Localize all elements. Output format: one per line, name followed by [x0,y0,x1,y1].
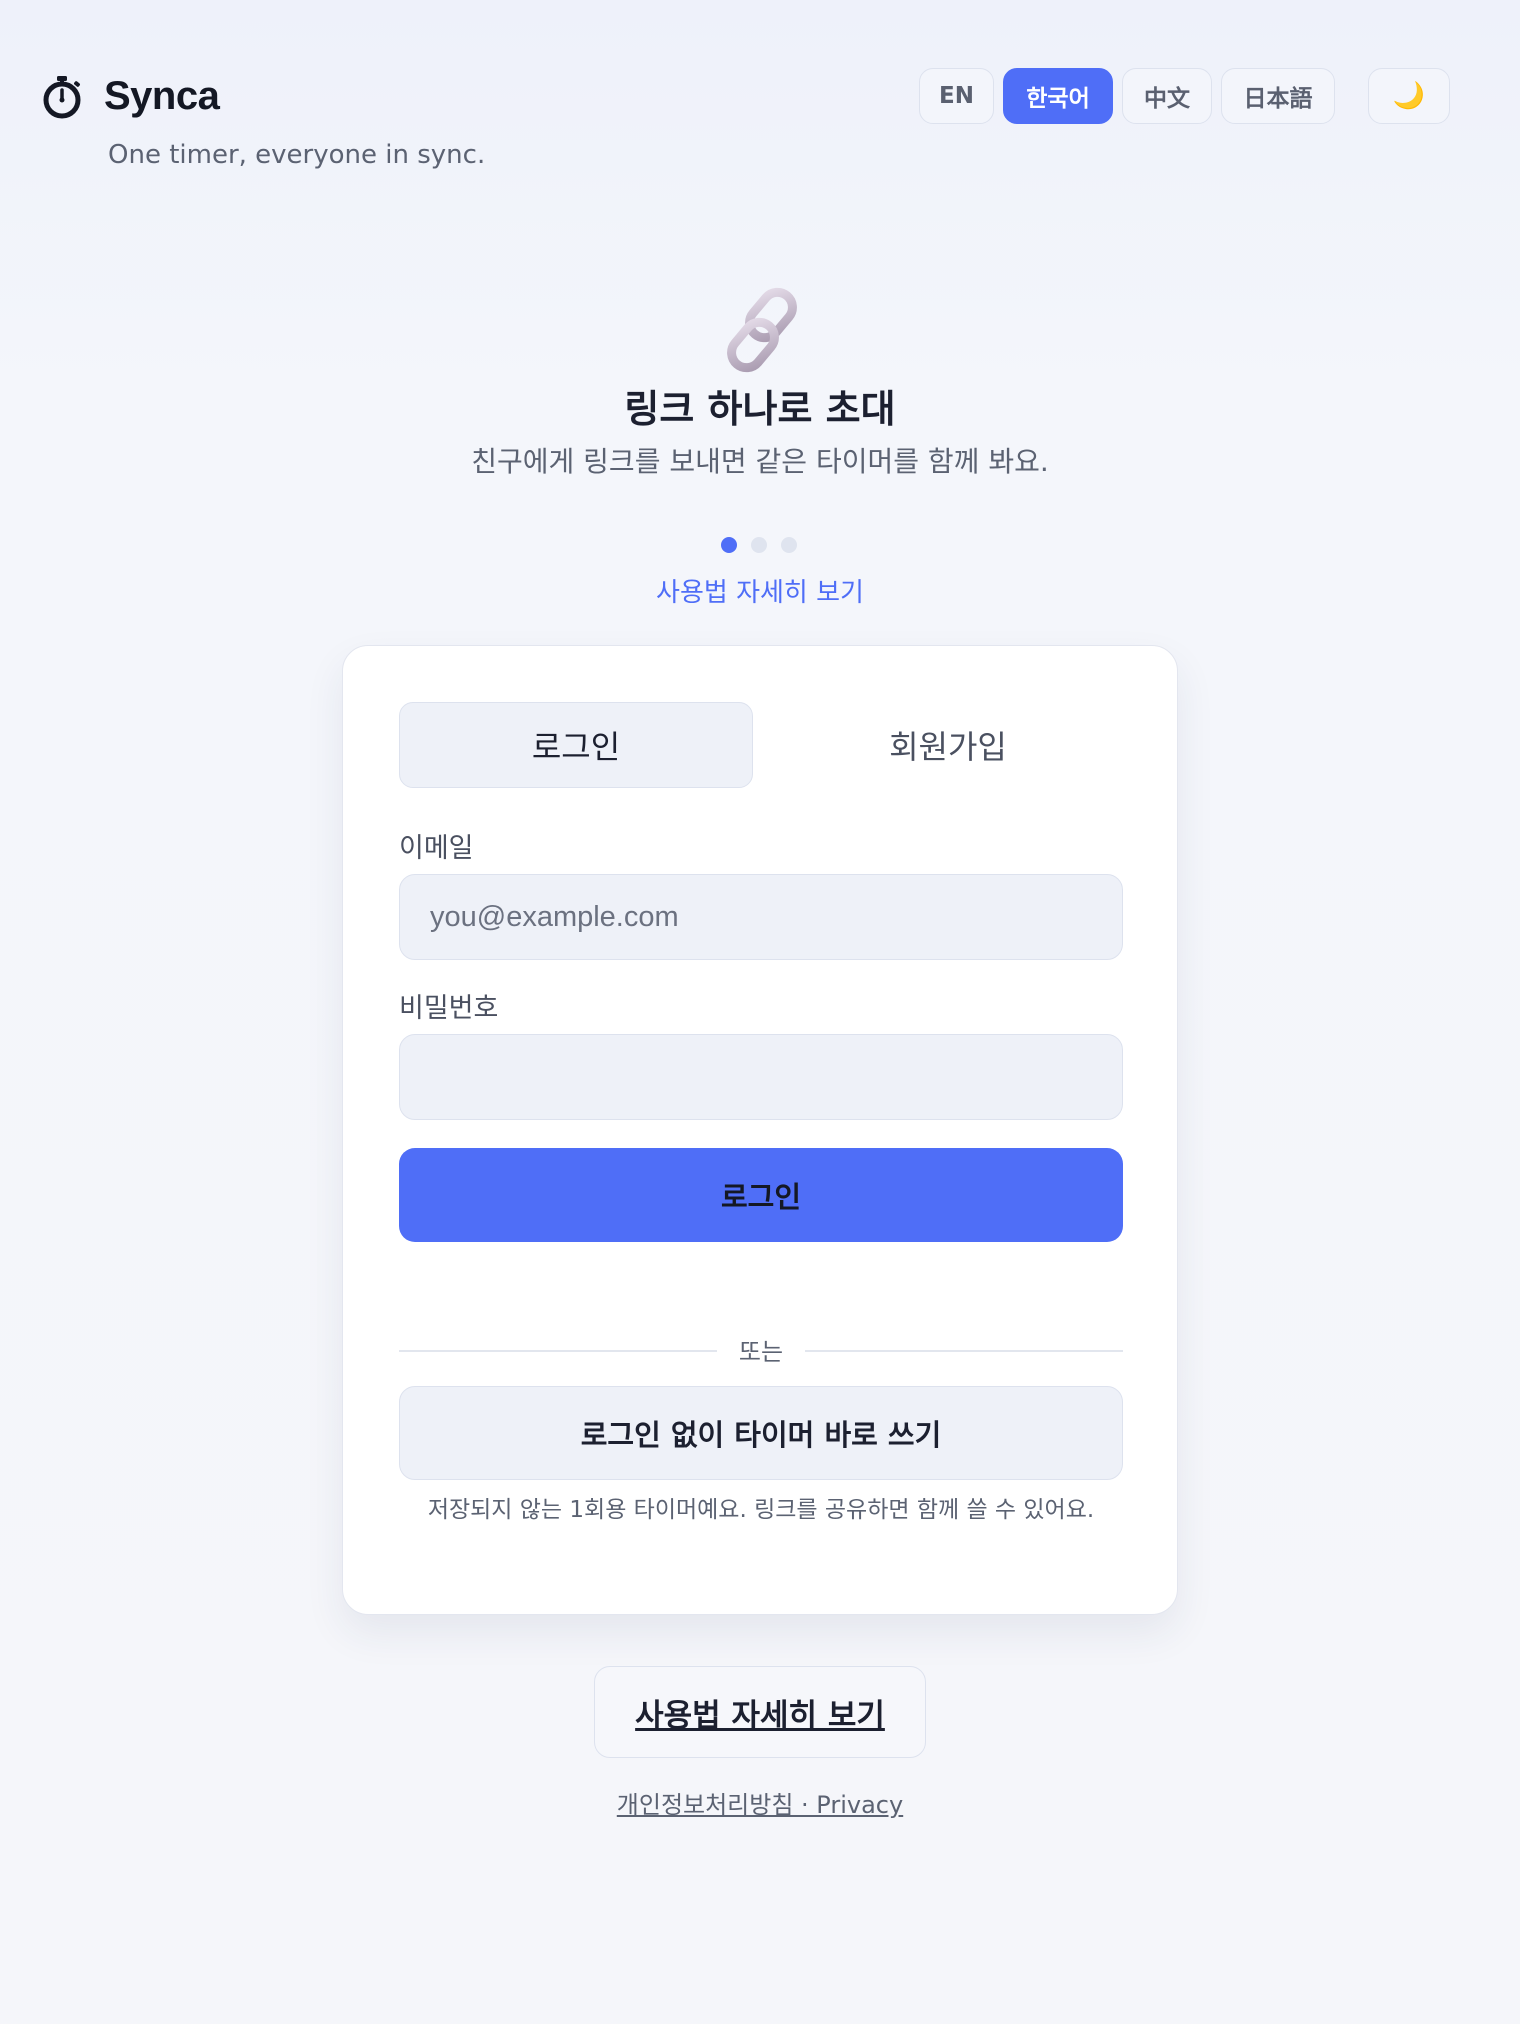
lang-ko-button[interactable]: 한국어 [1003,68,1113,124]
carousel-dots [721,537,811,553]
moon-icon: 🌙 [1392,81,1426,111]
login-button[interactable]: 로그인 [399,1148,1123,1242]
tab-login[interactable]: 로그인 [399,702,753,788]
guide-link[interactable]: 사용법 자세히 보기 [0,572,1520,609]
hero-title: 링크 하나로 초대 [624,387,896,431]
tab-signup[interactable]: 회원가입 [771,702,1125,788]
brand[interactable]: Synca [40,74,220,119]
guest-timer-button[interactable]: 로그인 없이 타이머 바로 쓰기 [399,1386,1123,1480]
hero-subtitle: 친구에게 링크를 보내면 같은 타이머를 함께 봐요. [471,445,1049,478]
auth-card: 로그인 회원가입 이메일 비밀번호 로그인 또는 로그인 없이 타이머 바로 쓰… [342,645,1178,1615]
lang-zh-button[interactable]: 中文 [1122,68,1212,124]
lang-en-button[interactable]: EN [919,68,994,124]
app-name: Synca [104,74,220,118]
carousel-dot[interactable] [781,537,797,553]
divider-line [805,1350,1123,1352]
carousel-dot[interactable] [721,537,737,553]
divider: 또는 [399,1332,1123,1368]
language-switcher: EN 한국어 中文 日本語 🌙 [910,68,1450,124]
carousel-dot[interactable] [751,537,767,553]
link-icon [727,287,797,373]
email-label: 이메일 [399,833,474,864]
lang-ja-button[interactable]: 日本語 [1221,68,1335,124]
stopwatch-icon [43,75,81,118]
guest-note: 저장되지 않는 1회용 타이머예요. 링크를 공유하면 함께 쓸 수 있어요. [427,1497,1095,1523]
password-field[interactable] [399,1034,1123,1120]
privacy-link[interactable]: 개인정보처리방침 · Privacy [0,1785,1520,1820]
guide-button[interactable]: 사용법 자세히 보기 [594,1666,926,1758]
email-field[interactable] [399,874,1123,960]
theme-toggle-button[interactable]: 🌙 [1368,68,1450,124]
tagline: One timer, everyone in sync. [108,140,486,170]
password-label: 비밀번호 [399,993,499,1024]
